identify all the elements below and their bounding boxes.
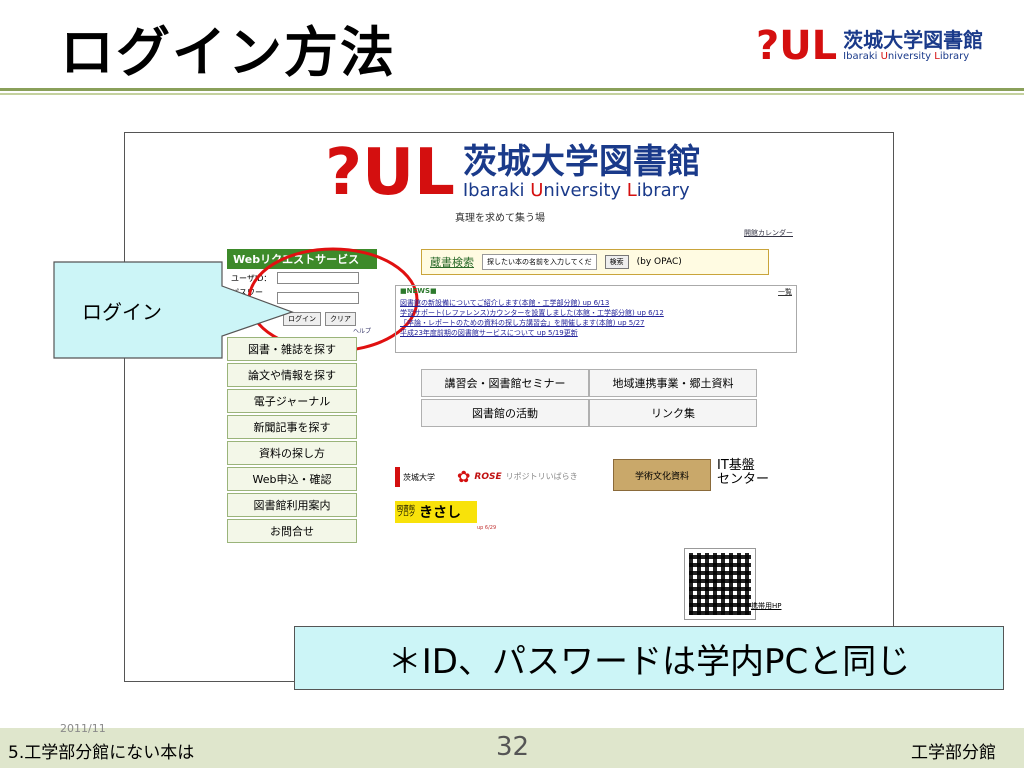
note-box: ＊ID、パスワードは学内PCと同じ — [294, 626, 1004, 690]
news-list-link[interactable]: 一覧 — [778, 287, 792, 297]
menu-item-contact[interactable]: お問合せ — [227, 519, 357, 543]
library-website-screenshot: ?UL 茨城大学図書館 Ibaraki University Library 真… — [124, 132, 894, 682]
news-item[interactable]: 学習サポート(レファレンス)カウンターを設置しました(本館・工学部分館) up … — [396, 308, 796, 318]
menu-item-library-guide[interactable]: 図書館利用案内 — [227, 493, 357, 517]
site-left-menu: 図書・雑誌を探す 論文や情報を探す 電子ジャーナル 新聞記事を探す 資料の探し方… — [227, 337, 357, 545]
mobile-site-link[interactable]: 携帯用HP — [751, 601, 782, 611]
library-blog-banner[interactable]: 図書館 ブログ きさし — [395, 501, 477, 523]
menu-item-ejournals[interactable]: 電子ジャーナル — [227, 389, 357, 413]
it-center-banner[interactable]: IT基盤 センター — [717, 458, 769, 488]
menu-item-web-request[interactable]: Web申込・確認 — [227, 467, 357, 491]
menu-item-find-papers[interactable]: 論文や情報を探す — [227, 363, 357, 387]
blog-update-date: up 6/29 — [477, 525, 497, 531]
footer-section-title: 5.工学部分館にない本は — [8, 743, 195, 763]
news-title: ■NEWS■ — [400, 287, 437, 295]
univ-mark-icon — [395, 467, 400, 487]
site-logo[interactable]: ?UL 茨城大学図書館 Ibaraki University Library — [325, 141, 701, 205]
login-callout-label: ログイン — [82, 300, 162, 324]
site-tagline: 真理を求めて集う場 — [455, 213, 545, 224]
slide-footer: 2011/11 5.工学部分館にない本は 32 工学部分館 — [0, 722, 1024, 768]
menu-item-research-guide[interactable]: 資料の探し方 — [227, 441, 357, 465]
banner-links: 茨城大学 ✿ ROSE リポジトリいばらき 学術文化資料 IT基盤 センター 図書… — [395, 458, 825, 549]
header-logo: ?UL 茨城大学図書館 Ibaraki University Library — [756, 26, 983, 66]
rose-flower-icon: ✿ — [457, 467, 471, 486]
library-name-english: Ibaraki University Library — [843, 51, 970, 62]
grid-item-seminars[interactable]: 講習会・図書館セミナー — [421, 369, 589, 397]
title-divider — [0, 88, 1024, 91]
footer-branch-name: 工学部分館 — [911, 743, 996, 763]
page-number: 32 — [496, 732, 530, 762]
grid-item-regional[interactable]: 地域連携事業・郷土資料 — [589, 369, 757, 397]
library-name-kanji: 茨城大学図書館 — [843, 28, 984, 52]
rose-banner[interactable]: ✿ ROSE リポジトリいばらき — [457, 467, 578, 486]
slide-title: ログイン方法 — [60, 21, 396, 84]
archive-banner[interactable]: 学術文化資料 — [613, 459, 711, 491]
opac-suffix: (by OPAC) — [636, 257, 682, 267]
opac-search-input[interactable]: 探したい本の名前を入力してくだ — [482, 254, 597, 270]
news-item[interactable]: 平成23年度前期の図書館サービスについて up 5/19更新 — [396, 328, 796, 338]
library-logo-mark: ?UL — [756, 23, 838, 69]
opac-search-label[interactable]: 蔵書検索 — [430, 254, 474, 270]
menu-item-news-articles[interactable]: 新聞記事を探す — [227, 415, 357, 439]
grid-item-links[interactable]: リンク集 — [589, 399, 757, 427]
news-item[interactable]: 図書館の新設備についてご紹介します(本館・工学部分館) up 6/13 — [396, 298, 796, 308]
title-divider-light — [0, 93, 1024, 95]
calendar-link[interactable]: 開館カレンダー — [744, 228, 793, 238]
opac-search-button[interactable]: 検索 — [604, 255, 629, 269]
univ-banner[interactable]: 茨城大学 — [395, 467, 435, 487]
footer-date: 2011/11 — [60, 722, 106, 735]
qr-code — [684, 548, 756, 620]
opac-search-box: 蔵書検索 探したい本の名前を入力してくだ 検索 (by OPAC) — [421, 249, 769, 275]
news-panel: ■NEWS■ 一覧 図書館の新設備についてご紹介します(本館・工学部分館) up … — [395, 285, 797, 353]
grid-item-activities[interactable]: 図書館の活動 — [421, 399, 589, 427]
news-item[interactable]: 「卒論・レポートのための資料の探し方講習会」を開催します(本館) up 5/27 — [396, 318, 796, 328]
